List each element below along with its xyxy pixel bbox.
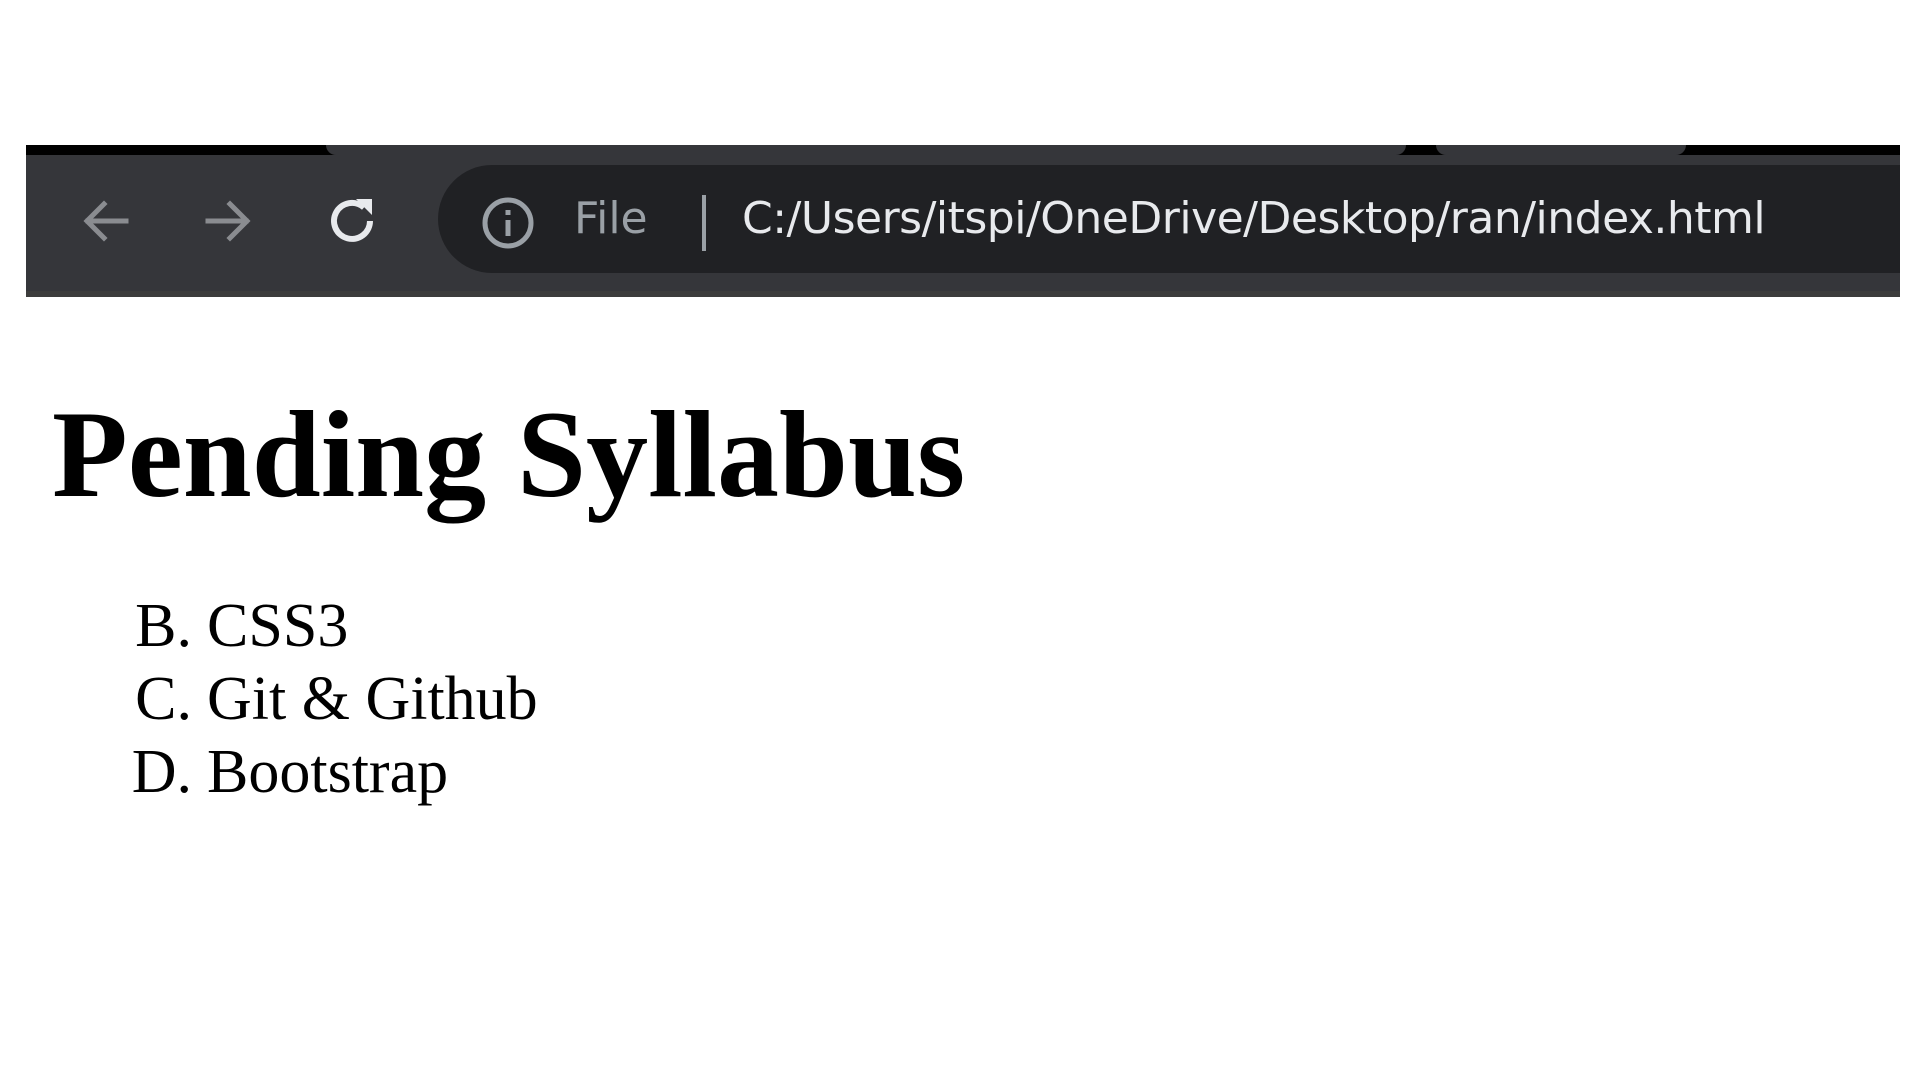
back-arrow-icon: [83, 200, 129, 242]
page-content: Pending Syllabus B. CSS3 C. Git & Github…: [52, 380, 1872, 809]
list-marker: C.: [135, 665, 192, 733]
reload-button[interactable]: [314, 183, 390, 259]
back-button[interactable]: [68, 183, 144, 259]
toolbar-bottom-border: [26, 291, 1900, 297]
list-item: B. CSS3: [52, 590, 1872, 663]
address-bar[interactable]: File C:/Users/itspi/OneDrive/Desktop/ran…: [438, 165, 1900, 273]
list-item: C. Git & Github: [52, 663, 1872, 736]
forward-arrow-icon: [205, 200, 251, 242]
url-text[interactable]: C:/Users/itspi/OneDrive/Desktop/ran/inde…: [742, 187, 1766, 251]
info-icon[interactable]: [480, 195, 536, 251]
page-title: Pending Syllabus: [52, 386, 966, 523]
reload-icon: [331, 199, 373, 242]
tab-shape[interactable]: [326, 145, 1406, 155]
syllabus-list: B. CSS3 C. Git & Github D. Bootstrap: [52, 590, 1872, 809]
list-item-text: Git & Github: [207, 665, 538, 733]
scheme-label: File: [574, 193, 648, 244]
browser-toolbar: File C:/Users/itspi/OneDrive/Desktop/ran…: [26, 145, 1900, 297]
list-marker: B.: [135, 592, 192, 660]
list-item: D. Bootstrap: [52, 736, 1872, 809]
screenshot-stage: File C:/Users/itspi/OneDrive/Desktop/ran…: [0, 0, 1920, 1080]
tab-shape[interactable]: [1436, 145, 1686, 155]
list-marker: D.: [131, 738, 192, 806]
list-item-text: Bootstrap: [207, 738, 449, 806]
list-item-text: CSS3: [207, 592, 349, 660]
forward-button[interactable]: [190, 183, 266, 259]
address-divider: [702, 195, 706, 251]
navigation-toolbar: File C:/Users/itspi/OneDrive/Desktop/ran…: [26, 155, 1900, 291]
tab-strip: [26, 145, 1900, 155]
